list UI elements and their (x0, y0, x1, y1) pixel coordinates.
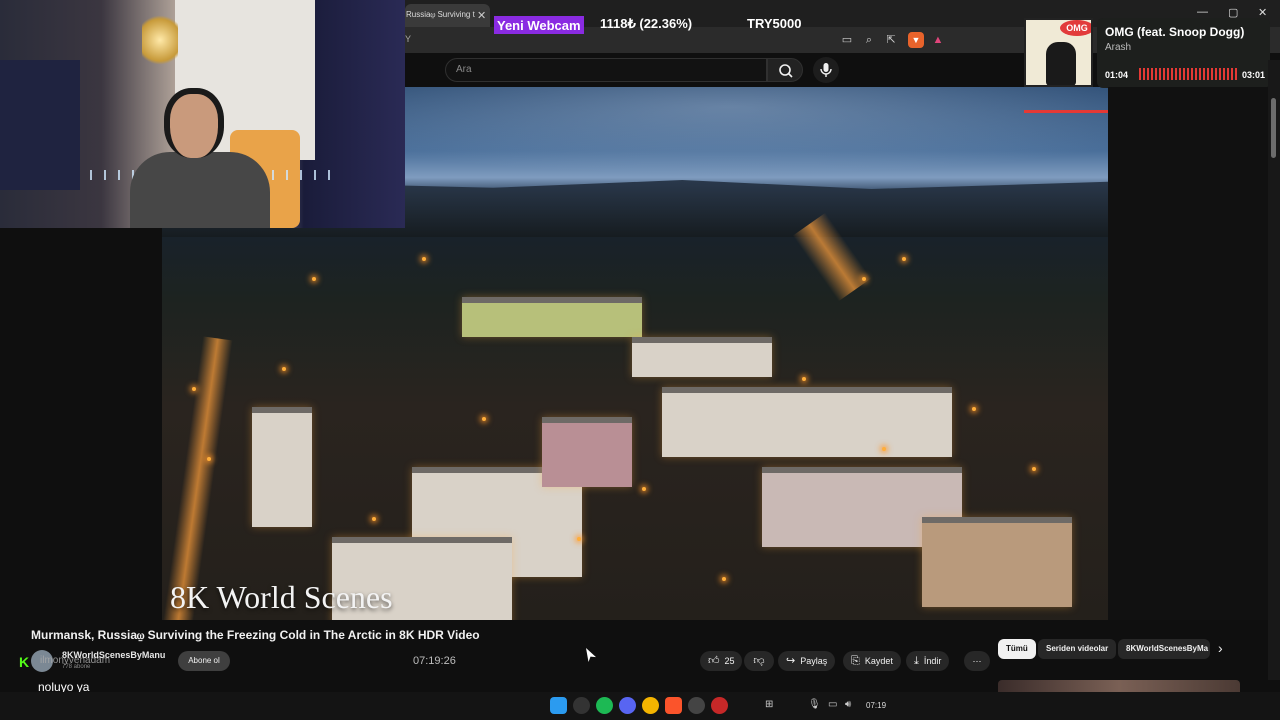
song-elapsed: 01:04 (1105, 70, 1129, 80)
album-art: OMG (1024, 18, 1093, 87)
dislike-button[interactable]: 👎︎ (744, 651, 774, 671)
spotify-icon[interactable] (596, 697, 613, 714)
chrome-icon[interactable] (642, 697, 659, 714)
taskbar: ⊞ 🎙︎ ▭ 🔊︎ 07:19 (0, 692, 1280, 720)
page-scrollbar[interactable] (1268, 60, 1280, 680)
album-figure (1046, 42, 1076, 85)
mic-tray-icon[interactable]: 🎙︎ (808, 699, 821, 710)
share-label: Paylaş (800, 656, 828, 666)
bookmark-icon: ⎘ (851, 655, 860, 667)
recommended-thumbnail[interactable] (998, 680, 1240, 692)
browser-tab[interactable]: Russia⍹ Surviving t ✕ (405, 4, 490, 27)
search-icon (779, 64, 793, 78)
share-icon: ↪ (786, 655, 796, 667)
webcam-lamp (142, 10, 178, 70)
now-playing-widget: OMG OMG (feat. Snoop Dogg) Arash 01:04 0… (1024, 18, 1270, 113)
download-label: İndir (923, 656, 942, 666)
search-button[interactable] (767, 58, 803, 82)
song-duration: 03:01 (1242, 70, 1266, 80)
github-icon[interactable] (688, 697, 705, 714)
waveform-icon (1139, 68, 1237, 80)
search-input[interactable]: Ara (445, 58, 767, 82)
mouse-cursor-icon (586, 648, 596, 662)
screen: Russia⍹ Surviving t ✕ — ▢ ✕ Y ▭ ⌕ ⇱ ▼ ▲ … (0, 0, 1280, 720)
brave-rewards-icon[interactable]: ▲ (930, 32, 946, 48)
save-button[interactable]: ⎘ Kaydet (843, 651, 901, 671)
subscriber-count: 778 abone (62, 664, 91, 670)
share-page-icon[interactable]: ⇱ (883, 32, 899, 48)
zoom-icon[interactable]: ⌕ (861, 32, 877, 48)
video-title: Murmansk, Russia⍹ Surviving the Freezing… (31, 628, 480, 642)
webcam-feed (0, 0, 405, 228)
download-button[interactable]: ⤓ İndir (906, 651, 950, 671)
share-button[interactable]: ↪ Paylaş (778, 651, 836, 671)
donation-goal-target: TRY5000 (747, 16, 802, 31)
cast-icon[interactable]: ▭ (839, 32, 855, 48)
video-watermark: 8K World Scenes (170, 579, 393, 615)
windows-icon[interactable] (550, 697, 567, 714)
chip-channel[interactable]: 8KWorldScenesByMa (1118, 639, 1210, 659)
song-card: OMG (feat. Snoop Dogg) Arash 01:04 03:01 (1097, 18, 1270, 88)
kick-logo-icon: K (19, 654, 30, 670)
more-actions-button[interactable]: ⋯ (964, 651, 990, 671)
webcam-goal-label: Yeni Webcam (494, 16, 584, 34)
subscribe-button[interactable]: Abone ol (178, 651, 230, 671)
grid-icon[interactable]: ⊞ (765, 699, 773, 710)
address-text: Y (405, 34, 412, 44)
taskbar-clock: 07:19 (866, 701, 887, 710)
video-city (162, 212, 1108, 620)
chip-series-videos[interactable]: Seriden videolar (1038, 639, 1117, 659)
donation-goal-progress: 1118₺ (22.36%) (600, 16, 693, 31)
scrollbar-thumb[interactable] (1271, 98, 1276, 158)
download-icon: ⤓ (914, 655, 919, 667)
song-artist: Arash (1105, 42, 1132, 53)
thumbs-up-icon: 👍︎ (708, 655, 720, 667)
discord-icon[interactable] (619, 697, 636, 714)
channel-name[interactable]: 8KWorldScenesByManu (62, 650, 165, 660)
like-button[interactable]: 👍︎ 25 (700, 651, 742, 671)
mic-icon (820, 63, 832, 77)
app-icon[interactable] (711, 697, 728, 714)
stream-clock: 07:19:26 (413, 655, 456, 667)
voice-search-button[interactable] (813, 57, 839, 83)
obs-icon[interactable] (573, 697, 590, 714)
song-progress-fill (1024, 110, 1111, 113)
chip-all[interactable]: Tümü (998, 639, 1036, 659)
webcam-sofa (0, 60, 80, 190)
like-count: 25 (724, 656, 735, 666)
sidebar-area (1108, 87, 1268, 620)
save-label: Kaydet (864, 656, 893, 666)
tab-close-icon[interactable]: ✕ (477, 9, 486, 22)
monitor-icon[interactable]: ▭ (828, 699, 837, 710)
thumbs-down-icon: 👎︎ (753, 655, 765, 667)
tab-title: Russia⍹ Surviving t (406, 10, 475, 19)
minimize-button[interactable]: — (1197, 6, 1208, 18)
brave-shield-icon[interactable]: ▼ (908, 32, 924, 48)
chevron-right-icon[interactable]: › (1218, 640, 1223, 656)
song-title: OMG (feat. Snoop Dogg) (1105, 25, 1245, 39)
volume-icon[interactable]: 🔊︎ (845, 699, 851, 710)
album-badge: OMG (1060, 20, 1091, 36)
streamer (120, 88, 280, 228)
brave-icon[interactable] (665, 697, 682, 714)
